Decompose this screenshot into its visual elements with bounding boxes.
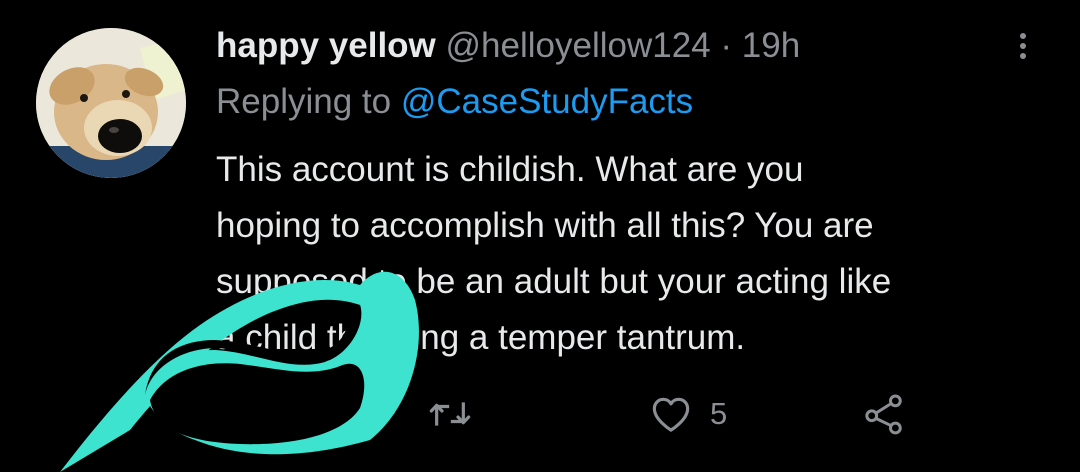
tweet-text-line: hoping to accomplish with all this? You … bbox=[216, 206, 874, 245]
tweet-text: This account is childish. What are you h… bbox=[216, 142, 1056, 366]
tweet-text-line: supposed to be an adult but your acting … bbox=[216, 262, 892, 301]
more-options-button[interactable] bbox=[1008, 24, 1038, 68]
tweet-text-line: This account is childish. What are you bbox=[216, 150, 804, 189]
more-dot bbox=[1020, 53, 1026, 59]
user-handle[interactable]: @helloyellow124 bbox=[446, 26, 711, 65]
retweet-icon bbox=[429, 402, 471, 426]
tweet[interactable]: happy yellow @helloyellow124 · 19h Reply… bbox=[0, 0, 1080, 472]
share-button[interactable] bbox=[862, 384, 906, 444]
plush-dog-avatar-image bbox=[36, 28, 186, 178]
avatar[interactable] bbox=[36, 28, 186, 178]
like-button[interactable]: 5 bbox=[650, 384, 727, 444]
separator-dot: · bbox=[720, 26, 733, 65]
more-vertical-icon bbox=[1020, 33, 1026, 39]
more-dot bbox=[1020, 43, 1026, 49]
tweet-text-line: a child throwing a temper tantrum. bbox=[216, 318, 746, 357]
reply-bubble-icon bbox=[220, 398, 252, 430]
tweet-header: happy yellow @helloyellow124 · 19h bbox=[216, 24, 800, 68]
heart-icon bbox=[652, 397, 690, 432]
share-icon bbox=[865, 394, 902, 435]
like-count: 5 bbox=[710, 396, 728, 431]
display-name[interactable]: happy yellow bbox=[216, 26, 436, 65]
replying-to: Replying to @CaseStudyFacts bbox=[216, 80, 693, 124]
tweet-actions: 5 5 bbox=[0, 384, 1080, 444]
replying-to-mention[interactable]: @CaseStudyFacts bbox=[401, 82, 693, 121]
retweet-button[interactable] bbox=[428, 384, 490, 444]
replying-to-label: Replying to bbox=[216, 82, 401, 121]
reply-button[interactable]: 5 bbox=[216, 384, 291, 444]
timestamp[interactable]: 19h bbox=[742, 26, 800, 65]
reply-count: 5 bbox=[274, 396, 292, 431]
